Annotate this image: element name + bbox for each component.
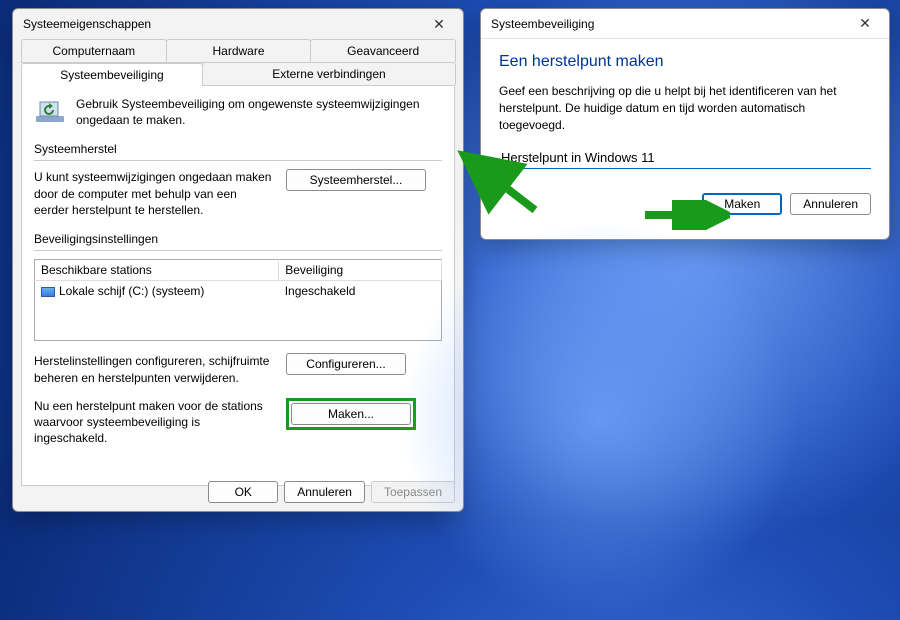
col-status[interactable]: Beveiliging bbox=[279, 259, 442, 280]
dialog-buttons: OK Annuleren Toepassen bbox=[208, 481, 455, 503]
close-icon[interactable]: ✕ bbox=[425, 14, 453, 34]
system-restore-button[interactable]: Systeemherstel... bbox=[286, 169, 426, 191]
tab-remote[interactable]: Externe verbindingen bbox=[202, 62, 456, 85]
dialog-title: Systeembeveiliging bbox=[491, 17, 594, 31]
dialog-buttons: Maken Annuleren bbox=[481, 183, 889, 229]
restore-point-name-input[interactable] bbox=[499, 147, 871, 169]
system-properties-window: Systeemeigenschappen ✕ Computernaam Hard… bbox=[12, 8, 464, 512]
close-icon[interactable]: ✕ bbox=[851, 14, 879, 34]
make-button[interactable]: Maken bbox=[702, 193, 782, 215]
group-label-restore: Systeemherstel bbox=[34, 142, 442, 156]
window-title: Systeemeigenschappen bbox=[23, 17, 151, 31]
create-restore-point-dialog: Systeembeveiliging ✕ Een herstelpunt mak… bbox=[480, 8, 890, 240]
config-text: Herstelinstellingen configureren, schijf… bbox=[34, 353, 274, 385]
info-row: Gebruik Systeembeveiliging om ongewenste… bbox=[34, 96, 442, 128]
drive-status: Ingeschakeld bbox=[279, 280, 442, 301]
group-restore: U kunt systeemwijzigingen ongedaan maken… bbox=[34, 160, 442, 218]
titlebar[interactable]: Systeembeveiliging ✕ bbox=[481, 9, 889, 39]
tab-hardware[interactable]: Hardware bbox=[166, 39, 312, 62]
table-row[interactable]: Lokale schijf (C:) (systeem) Ingeschakel… bbox=[35, 280, 442, 301]
restore-text: U kunt systeemwijzigingen ongedaan maken… bbox=[34, 169, 274, 218]
ok-button[interactable]: OK bbox=[208, 481, 278, 503]
dialog-heading: Een herstelpunt maken bbox=[499, 53, 871, 71]
tab-advanced[interactable]: Geavanceerd bbox=[310, 39, 456, 62]
configure-button[interactable]: Configureren... bbox=[286, 353, 406, 375]
tab-systemprotection[interactable]: Systeembeveiliging bbox=[21, 63, 203, 86]
create-button-highlight: Maken... bbox=[286, 398, 416, 430]
drives-table[interactable]: Beschikbare stations Beveiliging Lokale … bbox=[34, 259, 442, 342]
col-drive[interactable]: Beschikbare stations bbox=[35, 259, 279, 280]
restore-shield-icon bbox=[34, 96, 66, 128]
info-text: Gebruik Systeembeveiliging om ongewenste… bbox=[76, 96, 442, 128]
create-restore-point-button[interactable]: Maken... bbox=[291, 403, 411, 425]
drive-icon bbox=[41, 287, 55, 297]
tab-computername[interactable]: Computernaam bbox=[21, 39, 167, 62]
tabs-row-2: Systeembeveiliging Externe verbindingen bbox=[21, 62, 455, 86]
drive-name: Lokale schijf (C:) (systeem) bbox=[59, 284, 204, 298]
cancel-button[interactable]: Annuleren bbox=[790, 193, 871, 215]
titlebar[interactable]: Systeemeigenschappen ✕ bbox=[13, 9, 463, 39]
apply-button: Toepassen bbox=[371, 481, 455, 503]
group-protection: Beschikbare stations Beveiliging Lokale … bbox=[34, 250, 442, 446]
group-label-protection: Beveiligingsinstellingen bbox=[34, 232, 442, 246]
dialog-subtext: Geef een beschrijving op die u helpt bij… bbox=[499, 83, 871, 133]
cancel-button[interactable]: Annuleren bbox=[284, 481, 365, 503]
tab-page: Gebruik Systeembeveiliging om ongewenste… bbox=[21, 86, 455, 486]
tabs-row-1: Computernaam Hardware Geavanceerd bbox=[21, 39, 455, 63]
create-text: Nu een herstelpunt maken voor de station… bbox=[34, 398, 274, 447]
